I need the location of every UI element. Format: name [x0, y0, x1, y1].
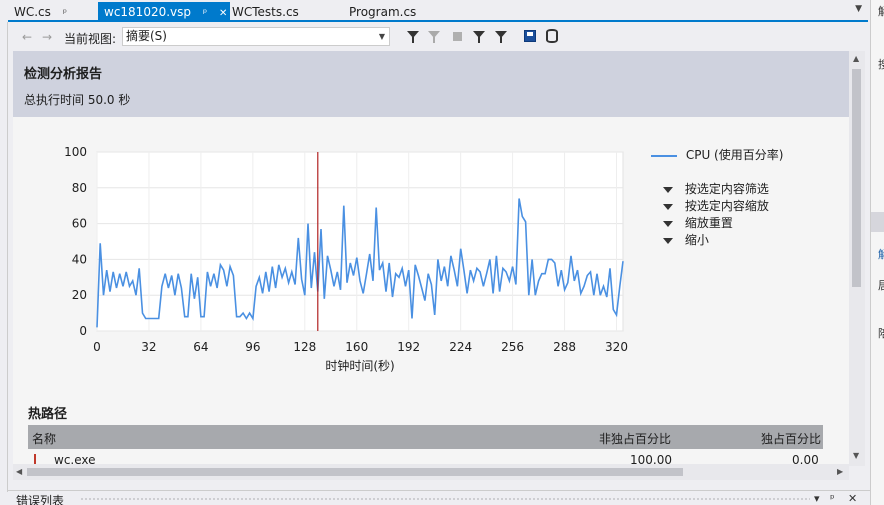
zoom-out-link[interactable]: 缩小 — [651, 231, 709, 248]
legend-line-swatch — [651, 154, 677, 157]
column-header-exclusive[interactable]: 独占百分比 — [761, 430, 821, 447]
left-dock-strip — [0, 22, 8, 492]
save-icon[interactable] — [524, 30, 536, 42]
panel-selected-band — [871, 212, 884, 232]
filter-icon — [663, 237, 673, 244]
tab-overflow-dropdown-icon[interactable]: ▼ — [855, 4, 862, 14]
y-tick-label: 40 — [72, 252, 87, 266]
y-tick-label: 80 — [72, 181, 87, 195]
current-view-label: 当前视图: — [64, 32, 117, 46]
x-tick-label: 96 — [245, 340, 260, 354]
scroll-right-icon[interactable]: ▶ — [837, 467, 843, 476]
chevron-down-icon: ▼ — [378, 32, 385, 41]
reset-zoom-link[interactable]: 缩放重置 — [651, 214, 733, 231]
hot-path-title: 热路径 — [28, 407, 68, 422]
legend-series-label: CPU (使用百分率) — [685, 148, 784, 162]
y-tick-label: 20 — [72, 288, 87, 302]
y-tick-label: 60 — [72, 217, 87, 231]
panel-dropdown-icon[interactable]: ▾ — [814, 492, 820, 505]
report-view: 检测分析报告 总执行时间 50.0 秒 0 20 40 60 80 100 0 32 64 96 1… — [13, 51, 849, 466]
pin-icon[interactable]: ᵖ — [203, 8, 207, 19]
filter-plus-icon[interactable] — [473, 31, 485, 43]
filter-icon — [663, 203, 673, 210]
filter-icon — [663, 186, 673, 193]
tab-wc-cs[interactable]: WC.cs ᵖ — [14, 2, 67, 22]
tab-wc181020-vsp[interactable]: wc181020.vsp ᵖ ✕ — [98, 2, 230, 22]
scroll-left-icon[interactable]: ◀ — [16, 467, 22, 476]
x-tick-label: 256 — [501, 340, 524, 354]
x-tick-label: 64 — [193, 340, 208, 354]
x-tick-label: 224 — [449, 340, 472, 354]
ide-window: WC.cs ᵖ wc181020.vsp ᵖ ✕ WCTests.cs Prog… — [0, 0, 884, 505]
scroll-thumb[interactable] — [27, 468, 683, 476]
database-export-icon[interactable] — [546, 29, 558, 43]
document-tab-strip: WC.cs ᵖ wc181020.vsp ᵖ ✕ WCTests.cs Prog… — [8, 0, 868, 22]
tab-wctests-cs[interactable]: WCTests.cs — [232, 2, 299, 22]
plot-area — [96, 151, 624, 332]
table-row[interactable]: wc.exe 100.00 0.00 — [28, 449, 823, 466]
table-header: 名称 非独占百分比 独占百分比 — [28, 425, 823, 449]
report-header: 检测分析报告 总执行时间 50.0 秒 — [13, 51, 849, 117]
x-tick-label: 192 — [397, 340, 420, 354]
filter-icon[interactable] — [407, 31, 419, 43]
tab-program-cs[interactable]: Program.cs — [349, 2, 416, 22]
x-tick-label: 128 — [293, 340, 316, 354]
tab-label: Program.cs — [349, 5, 417, 19]
x-tick-label: 160 — [345, 340, 368, 354]
panel-grip — [80, 497, 810, 502]
action-label: 按选定内容筛选 — [684, 182, 769, 196]
panel-fragment-text: 居 — [878, 277, 884, 293]
total-execution-time: 总执行时间 50.0 秒 — [24, 93, 131, 107]
scroll-down-icon[interactable]: ▼ — [853, 451, 859, 460]
pin-icon[interactable]: ᵖ — [830, 492, 835, 505]
close-icon[interactable]: ✕ — [219, 8, 227, 19]
zoom-by-selection-link[interactable]: 按选定内容缩放 — [651, 197, 769, 214]
current-view-value: 摘要(S) — [126, 29, 167, 43]
panel-fragment-text: 解 — [878, 3, 884, 19]
report-title: 检测分析报告 — [24, 67, 103, 82]
forward-arrow-icon[interactable]: → — [42, 30, 52, 44]
x-tick-label: 32 — [141, 340, 156, 354]
error-list-panel-header[interactable]: 错误列表 ▾ ᵖ ✕ — [8, 490, 870, 505]
close-icon[interactable]: ✕ — [848, 492, 857, 505]
scroll-thumb[interactable] — [852, 69, 861, 287]
legend-item-cpu: CPU (使用百分率) — [651, 146, 783, 163]
action-label: 缩放重置 — [684, 216, 733, 230]
right-docked-panel: 解 搜 解 居 陪 — [870, 0, 884, 505]
hot-path-flame-icon — [34, 454, 46, 464]
report-horizontal-scrollbar[interactable]: ◀ ▶ — [13, 464, 849, 480]
error-list-title: 错误列表 — [16, 494, 65, 505]
scroll-up-icon[interactable]: ▲ — [853, 54, 859, 63]
filter-disabled-icon[interactable] — [428, 31, 440, 43]
action-label: 按选定内容缩放 — [684, 199, 769, 213]
hot-path-table: 名称 非独占百分比 独占百分比 wc.exe 100.00 0.00 — [28, 425, 823, 466]
panel-fragment-text[interactable]: 解 — [878, 246, 884, 262]
column-header-name[interactable]: 名称 — [32, 430, 56, 447]
current-view-select[interactable]: 摘要(S) ▼ — [122, 27, 390, 46]
pin-icon[interactable]: ᵖ — [63, 8, 67, 19]
stop-icon[interactable] — [453, 32, 462, 41]
back-arrow-icon[interactable]: ← — [22, 30, 32, 44]
x-tick-label: 0 — [93, 340, 101, 354]
action-label: 缩小 — [684, 233, 709, 247]
x-tick-label: 288 — [553, 340, 576, 354]
filter-icon — [663, 220, 673, 227]
column-header-inclusive[interactable]: 非独占百分比 — [599, 430, 671, 447]
profiler-toolbar: ← → 当前视图: 摘要(S) ▼ — [13, 24, 865, 50]
tab-label: WCTests.cs — [232, 5, 299, 19]
tab-label: wc181020.vsp — [104, 5, 192, 19]
cpu-usage-chart[interactable]: 0 20 40 60 80 100 0 32 64 96 128 160 192 224 256 288 320… — [63, 143, 633, 373]
x-axis-label: 时钟时间(秒) — [325, 358, 394, 373]
y-tick-label: 0 — [79, 324, 87, 338]
report-vertical-scrollbar[interactable]: ▲ ▼ — [849, 51, 865, 466]
x-tick-label: 320 — [605, 340, 628, 354]
panel-fragment-text: 陪 — [878, 325, 884, 341]
panel-fragment-text: 搜 — [878, 56, 884, 72]
y-tick-label: 100 — [64, 145, 87, 159]
tab-label: WC.cs — [14, 5, 51, 19]
filter-by-selection-link[interactable]: 按选定内容筛选 — [651, 180, 769, 197]
filter-check-icon[interactable] — [495, 31, 507, 43]
